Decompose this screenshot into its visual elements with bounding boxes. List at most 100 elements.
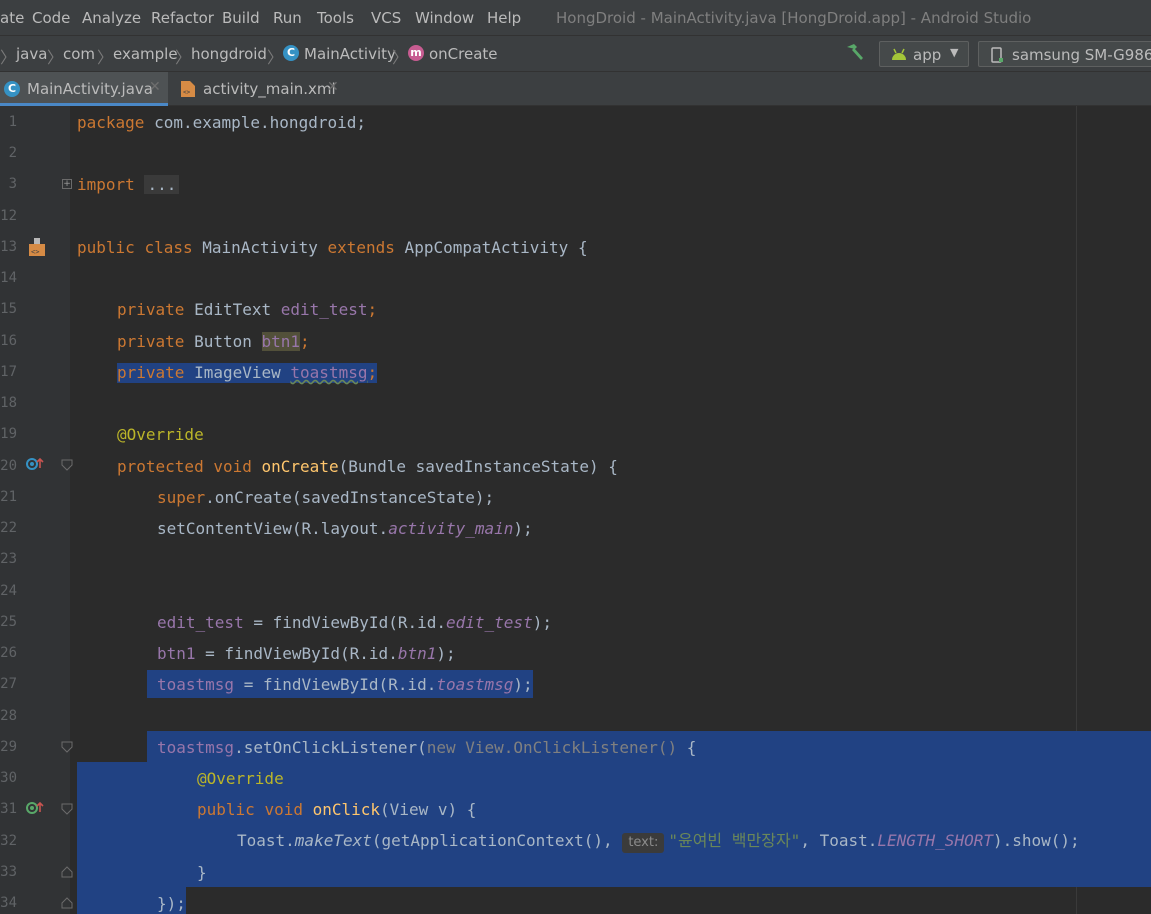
keyword: private [117, 332, 185, 351]
code-text: = findViewById(R.id. [195, 644, 398, 663]
menu-navigate[interactable]: ate [0, 9, 24, 27]
menu-help[interactable]: Help [487, 9, 521, 27]
line-number: 25 [0, 614, 17, 630]
tab-activity-main-xml[interactable]: <> activity_main.xml ✕ [170, 72, 350, 106]
breadcrumb-com[interactable]: com [63, 45, 95, 63]
fold-expand-icon[interactable]: + [62, 179, 72, 189]
keyword: package [77, 113, 145, 132]
xml-file-icon: <> [181, 81, 195, 97]
line-number: 3 [8, 176, 17, 192]
code-text: , Toast. [800, 831, 878, 850]
breadcrumb-separator: 〉 [97, 48, 114, 67]
code-text: setContentView(R.layout. [157, 519, 389, 538]
run-configuration-dropdown[interactable]: app ▼ [879, 41, 969, 67]
code-text: EditText [184, 300, 281, 319]
tab-label: MainActivity.java [27, 80, 153, 98]
fold-end-icon[interactable] [61, 866, 73, 878]
code-line: Toast.makeText(getApplicationContext(), … [237, 831, 1080, 853]
line-number: 1 [8, 114, 17, 130]
field: LENGTH_SHORT [877, 831, 993, 850]
line-number: 23 [0, 551, 17, 567]
string-literal: "윤여빈 백만장자" [668, 831, 801, 850]
code-text: } [197, 863, 207, 882]
menu-analyze[interactable]: Analyze [82, 9, 141, 27]
line-number: 24 [0, 583, 17, 599]
code-text: AppCompatActivity { [394, 238, 588, 257]
menu-refactor[interactable]: Refactor [151, 9, 214, 27]
breadcrumb-oncreate[interactable]: onCreate [429, 45, 498, 63]
breadcrumb-separator: 〉 [47, 48, 64, 67]
menu-code[interactable]: Code [32, 9, 70, 27]
class-name: MainActivity [202, 238, 318, 257]
code-text: ); [436, 644, 456, 663]
class-icon: C [283, 45, 299, 61]
code-text: .onCreate(savedInstanceState); [205, 488, 495, 507]
field: activity_main [388, 519, 514, 538]
keyword: protected [117, 457, 204, 476]
code-line: edit_test = findViewById(R.id.edit_test)… [157, 613, 552, 633]
breadcrumb-hongdroid[interactable]: hongdroid [191, 45, 267, 63]
parameter-hint: text: [622, 833, 665, 853]
menu-build[interactable]: Build [222, 9, 260, 27]
code-text: ); [513, 519, 533, 538]
line-number: 18 [0, 395, 17, 411]
override-icon[interactable] [25, 456, 45, 472]
code-line: toastmsg.setOnClickListener(new View.OnC… [157, 738, 696, 758]
android-icon [892, 48, 906, 60]
close-icon[interactable]: ✕ [149, 79, 161, 95]
keyword: extends [327, 238, 395, 257]
code-editor[interactable]: 1 2 3 12 13 14 15 16 17 18 19 20 21 22 2… [0, 106, 1151, 914]
code-line: }); [157, 894, 186, 914]
breadcrumb-mainactivity[interactable]: MainActivity [304, 45, 396, 63]
line-number: 30 [0, 770, 17, 786]
fold-collapse-icon[interactable] [61, 803, 73, 815]
method-icon: m [408, 45, 424, 61]
package-name: com.example.hongdroid; [144, 113, 366, 132]
line-number: 33 [0, 864, 17, 880]
device-label: samsung SM-G986N [1012, 46, 1151, 64]
code-text: (getApplicationContext(), [371, 831, 623, 850]
keyword: private [117, 363, 185, 382]
breadcrumb-example[interactable]: example [113, 45, 178, 63]
folded-imports[interactable]: ... [144, 175, 180, 194]
tab-mainactivity-java[interactable]: C MainActivity.java ✕ [0, 72, 168, 106]
fold-end-icon[interactable] [61, 897, 73, 909]
code-text: ).show(); [992, 831, 1080, 850]
close-icon[interactable]: ✕ [327, 79, 339, 95]
fold-collapse-icon[interactable] [61, 459, 73, 471]
line-number: 12 [0, 208, 17, 224]
implementing-icon[interactable] [25, 800, 45, 816]
menu-window[interactable]: Window [415, 9, 474, 27]
breadcrumb-separator: 〉 [0, 48, 17, 67]
code-line: private EditText edit_test; [117, 300, 377, 320]
line-number: 34 [0, 895, 17, 911]
code-line: protected void onCreate(Bundle savedInst… [117, 457, 618, 477]
menu-vcs[interactable]: VCS [371, 9, 401, 27]
code-line: super.onCreate(savedInstanceState); [157, 488, 494, 508]
device-selector[interactable]: samsung SM-G986N [978, 41, 1151, 67]
code-text: Button [184, 332, 262, 351]
menu-tools[interactable]: Tools [317, 9, 354, 27]
svg-text:<>: <> [183, 89, 191, 96]
code-line: } [197, 863, 207, 883]
hammer-icon[interactable] [843, 41, 867, 65]
breadcrumb-java[interactable]: java [16, 45, 47, 63]
line-number: 16 [0, 333, 17, 349]
tab-label: activity_main.xml [203, 80, 336, 98]
keyword: class [144, 238, 193, 257]
code-line: private Button btn1; [117, 332, 310, 352]
menu-run[interactable]: Run [273, 9, 302, 27]
keyword: private [117, 300, 185, 319]
line-number: 20 [0, 458, 17, 474]
annotation: @Override [117, 425, 204, 444]
fold-collapse-icon[interactable] [61, 741, 73, 753]
field: toastmsg [157, 738, 235, 757]
punctuation: ; [367, 363, 378, 382]
layout-file-icon[interactable]: <> [26, 236, 48, 258]
line-number: 22 [0, 520, 17, 536]
code-text: ); [513, 675, 533, 694]
code-text: = findViewById(R.id. [234, 675, 437, 694]
code-line: package com.example.hongdroid; [77, 113, 366, 133]
code-line: btn1 = findViewById(R.id.btn1); [157, 644, 456, 664]
line-number: 28 [0, 708, 17, 724]
